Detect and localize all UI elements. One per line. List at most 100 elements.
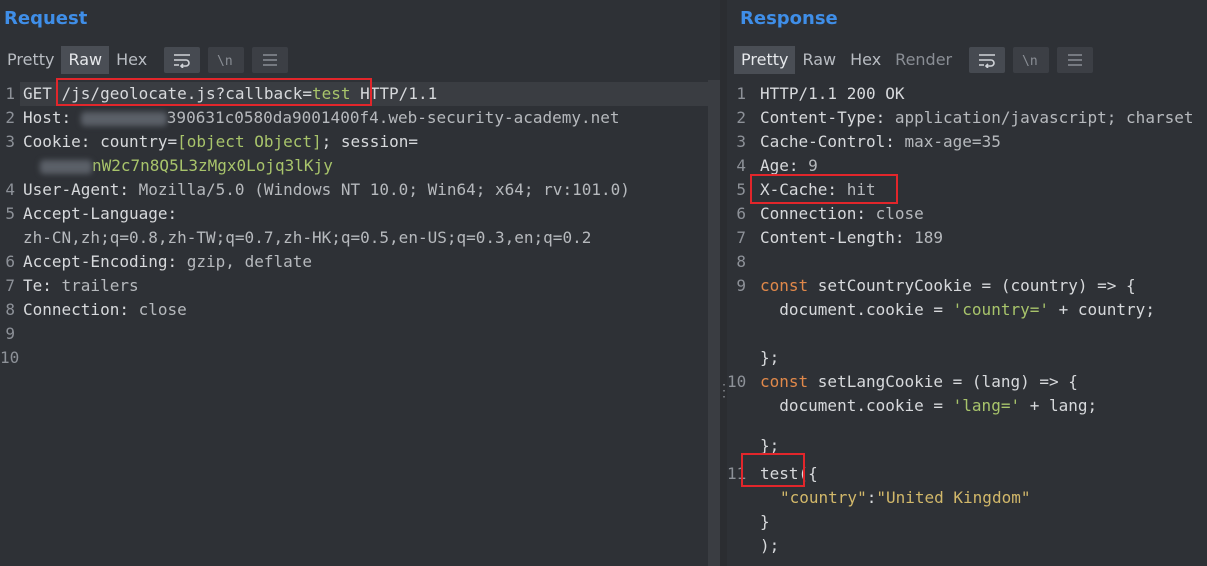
hamburger-icon [263,54,278,66]
js-code: } [760,512,770,531]
line-number: 2 [5,108,15,127]
line-number: 6 [5,252,15,271]
cookie-separator: ; [321,132,341,151]
json-key: "country" [780,488,867,507]
header-name: Host: [23,108,81,127]
request-toolbar: Pretty Raw Hex \n [0,46,289,74]
request-tab-hex[interactable]: Hex [109,46,154,74]
request-tab-pretty[interactable]: Pretty [0,46,61,74]
line-number: 11 [727,464,747,483]
header-value: hit [846,180,876,199]
line-number: 2 [736,108,746,127]
header-name: Content-Length: [760,228,915,247]
header-value: application/javascript; charset [894,108,1194,127]
line-number: 9 [736,276,746,295]
header-name: X-Cache: [760,180,847,199]
request-editor[interactable]: 1 GET /js/geolocate.js?callback=test HTTP… [0,80,708,566]
header-value: gzip, deflate [186,252,312,271]
response-tab-pretty[interactable]: Pretty [734,46,796,74]
js-code: + country; [1048,300,1155,319]
header-value: close [875,204,924,223]
js-code: }; [760,348,780,367]
header-value: Mozilla/5.0 (Windows NT 10.0; Win64; x64… [138,180,630,199]
json-colon: : [866,488,877,507]
header-name: User-Agent: [23,180,139,199]
header-value: 189 [914,228,944,247]
js-code: setCountryCookie = (country) => { [817,276,1136,295]
newline-toggle-button[interactable]: \n [208,47,245,73]
line-number: 8 [736,252,746,271]
line-number: 3 [5,132,15,151]
response-pane: Response Pretty Raw Hex Render \n 1 HTTP/… [727,0,1207,566]
drag-handle-icon[interactable]: · · · [721,381,727,403]
header-value: 9 [808,156,818,175]
http-method: GET [23,84,62,103]
js-string: 'lang=' [952,396,1021,415]
header-value: max-age=35 [904,132,1001,151]
json-value: "United Kingdom" [876,488,1031,507]
js-keyword: const [760,372,818,391]
header-value: close [138,300,187,319]
cookie-name: country [100,132,168,151]
cookie-name: session [340,132,409,151]
header-name: Age: [760,156,809,175]
js-string: 'country=' [952,300,1049,319]
request-pane: Request Pretty Raw Hex \n 1 GET /js/geolo… [0,0,720,566]
status-line: HTTP/1.1 200 OK [760,84,905,103]
js-code: + lang; [1020,396,1098,415]
cookie-equals: = [167,132,178,151]
line-number: 5 [5,204,15,223]
js-keyword: const [760,276,818,295]
response-tab-raw[interactable]: Raw [795,46,843,74]
line-number: 1 [5,84,15,103]
response-tab-hex[interactable]: Hex [843,46,888,74]
pane-divider[interactable] [720,0,727,566]
word-wrap-button[interactable] [164,47,201,73]
word-wrap-icon [979,54,996,68]
word-wrap-icon [174,54,191,68]
header-name: Cache-Control: [760,132,905,151]
js-code: document.cookie = [760,300,953,319]
word-wrap-button[interactable] [969,47,1006,73]
response-tab-render[interactable]: Render [888,46,959,74]
line-number: 3 [736,132,746,151]
response-editor[interactable]: 1 HTTP/1.1 200 OK 2 Content-Type: applicat… [727,80,1207,566]
js-code: ({ [798,464,818,483]
menu-button[interactable] [252,47,289,73]
line-number: 1 [736,84,746,103]
cookie-equals: = [408,132,418,151]
header-value: zh-CN,zh;q=0.8,zh-TW;q=0.7,zh-HK;q=0.5,e… [23,228,592,247]
js-code: setLangCookie = (lang) => { [817,372,1078,391]
header-name: Content-Type: [760,108,895,127]
line-number: 10 [0,348,20,367]
redacted-host-prefix [80,111,167,126]
line-number: 7 [736,228,746,247]
newline-icon: \n [217,54,233,68]
request-tab-raw[interactable]: Raw [61,46,110,74]
line-number: 7 [5,276,15,295]
newline-toggle-button[interactable]: \n [1013,47,1050,73]
request-path: /js/geolocate.js?callback= [61,84,312,103]
header-value: 390631c0580da9001400f4.web-security-acad… [166,108,620,127]
request-title: Request [4,8,88,29]
redacted-session-prefix [40,159,92,174]
line-number: 8 [5,300,15,319]
header-name: Cookie: [23,132,101,151]
header-name: Te: [23,276,62,295]
line-number: 6 [736,204,746,223]
header-name: Connection: [760,204,876,223]
line-number: 9 [5,324,15,343]
js-code: document.cookie = [760,396,953,415]
svg-text:\n: \n [217,54,233,68]
js-code: }; [760,436,780,455]
http-protocol: HTTP/1.1 [350,84,438,103]
line-number: 5 [736,180,746,199]
header-name: Accept-Encoding: [23,252,187,271]
cookie-value: nW2c7n8Q5L3zMgx0Lojq3lKjy [92,156,333,175]
request-scrollbar[interactable] [708,80,720,566]
line-number: 10 [727,372,747,391]
cookie-value: [object Object] [177,132,322,151]
menu-button[interactable] [1057,47,1094,73]
response-toolbar: Pretty Raw Hex Render \n [734,46,1094,74]
line-number: 4 [5,180,15,199]
